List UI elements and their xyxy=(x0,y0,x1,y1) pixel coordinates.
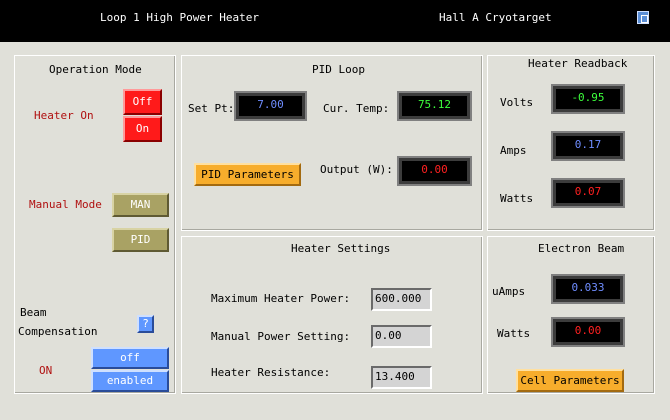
beam-compensation-off-button[interactable]: off xyxy=(91,347,169,369)
beam-compensation-help-button[interactable]: ? xyxy=(137,315,154,333)
cell-parameters-button[interactable]: Cell Parameters xyxy=(516,369,624,392)
resistance-input[interactable]: 13.400 xyxy=(371,366,432,389)
pid-parameters-button[interactable]: PID Parameters xyxy=(194,163,301,186)
curtemp-label: Cur. Temp: xyxy=(323,102,390,115)
beam-compensation-label-line1: Beam xyxy=(20,306,47,319)
curtemp-display: 75.12 xyxy=(397,91,472,121)
manual-power-label: Manual Power Setting: xyxy=(211,330,351,343)
window-title: Loop 1 High Power Heater xyxy=(100,11,259,24)
beam-compensation-label-line2: Compensation xyxy=(18,325,98,338)
window-menu-icon[interactable] xyxy=(637,11,649,24)
output-display: 0.00 xyxy=(397,156,472,186)
setpt-display: 7.00 xyxy=(234,91,307,121)
heater-settings-heading: Heater Settings xyxy=(291,242,391,255)
beam-watts-display: 0.00 xyxy=(551,317,625,347)
title-bar: Loop 1 High Power Heater Hall A Cryotarg… xyxy=(0,0,670,42)
uamps-display: 0.033 xyxy=(551,274,625,304)
heater-off-button[interactable]: Off xyxy=(123,89,162,115)
beam-watts-label: Watts xyxy=(497,327,531,340)
electron-beam-heading: Electron Beam xyxy=(538,242,625,255)
max-power-label: Maximum Heater Power: xyxy=(211,292,351,305)
manual-mode-label: Manual Mode xyxy=(29,198,102,211)
pid-button[interactable]: PID xyxy=(112,228,169,252)
heater-readback-heading: Heater Readback xyxy=(528,57,628,70)
amps-label: Amps xyxy=(500,144,527,157)
max-power-input[interactable]: 600.000 xyxy=(371,288,432,311)
window-subtitle: Hall A Cryotarget xyxy=(439,11,552,24)
heater-on-label: Heater On xyxy=(34,109,94,122)
amps-display: 0.17 xyxy=(551,131,625,161)
pid-loop-panel xyxy=(181,55,483,231)
watts-display: 0.07 xyxy=(551,178,625,208)
volts-label: Volts xyxy=(500,96,534,109)
resistance-label: Heater Resistance: xyxy=(211,366,331,379)
beam-compensation-enabled-button[interactable]: enabled xyxy=(91,370,169,392)
operation-mode-heading: Operation Mode xyxy=(49,63,142,76)
volts-display: -0.95 xyxy=(551,84,625,114)
output-label: Output (W): xyxy=(320,163,393,176)
uamps-label: uAmps xyxy=(492,285,526,298)
beam-compensation-status: ON xyxy=(39,364,53,377)
heater-on-button[interactable]: On xyxy=(123,116,162,142)
setpt-label: Set Pt: xyxy=(188,102,235,115)
pid-loop-heading: PID Loop xyxy=(312,63,365,76)
watts-label: Watts xyxy=(500,192,534,205)
manual-power-input[interactable]: 0.00 xyxy=(371,325,432,348)
man-button[interactable]: MAN xyxy=(112,193,169,217)
